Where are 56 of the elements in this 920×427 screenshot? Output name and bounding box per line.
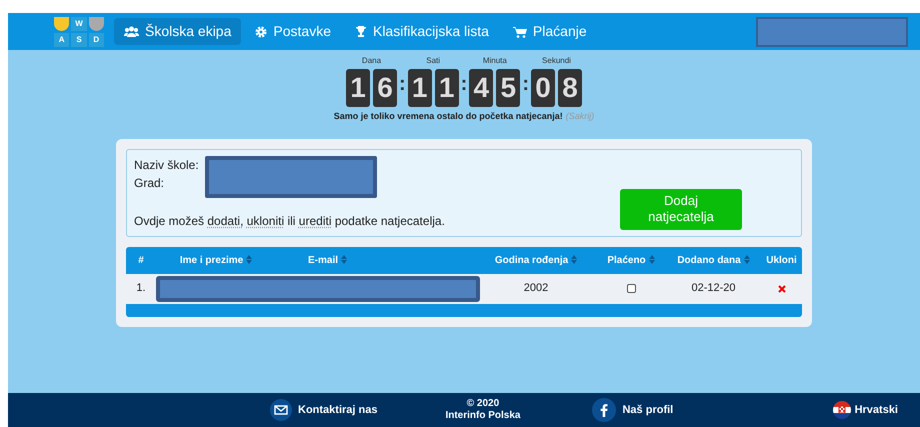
column-header[interactable]: E-mail [276, 252, 476, 268]
paid-checkbox[interactable] [626, 284, 636, 293]
flip-digit: 1 [346, 69, 370, 107]
table-cell-text: 2002 [522, 281, 550, 296]
flip-digit: 4 [469, 69, 494, 107]
column-header: # [137, 254, 145, 268]
croatian-flag-icon[interactable] [832, 401, 851, 419]
sort-icon[interactable] [571, 255, 578, 264]
column-header[interactable]: Dodano dana [666, 252, 761, 268]
column-header: Ukloni [765, 254, 798, 268]
profile-link[interactable]: Naš profil [622, 402, 674, 418]
unit-label: Sati [426, 55, 440, 67]
flip-digit: 6 [372, 69, 397, 107]
colon-separator: : [522, 72, 529, 97]
unit-label: Dana [362, 55, 382, 67]
flip-digit: 1 [434, 69, 459, 107]
nav-tab[interactable]: Klasifikacijska lista [344, 18, 499, 45]
flip-digit: 1 [408, 69, 432, 107]
field-label: Grad: [134, 174, 166, 192]
column-header[interactable]: Ime i prezime [156, 252, 276, 268]
sort-icon[interactable] [246, 255, 252, 264]
copyright-text: © 2020 [466, 398, 500, 410]
action-link[interactable]: urediti [298, 214, 332, 228]
column-header[interactable]: Godina rođenja [476, 252, 596, 268]
copyright-text: Interinfo Polska [445, 410, 520, 422]
cart-icon [512, 26, 527, 38]
flip-digit: 8 [558, 69, 582, 107]
info-text: Ovdje možeš dodati, ukloniti ili urediti podatke natjecatelja. [134, 212, 446, 230]
flip-digit: 0 [531, 69, 555, 107]
row-number: 1. [135, 281, 147, 296]
colon-separator: : [398, 72, 406, 97]
gear-icon [255, 26, 268, 38]
trophy-icon [354, 25, 367, 38]
flip-digit: 5 [496, 69, 520, 107]
colon-separator: : [460, 72, 468, 97]
add-competitor-button[interactable]: Dodaj natjecatelja [620, 188, 742, 230]
action-link[interactable]: ukloniti [246, 214, 284, 228]
unit-label: Sekundi [542, 55, 571, 67]
envelope-icon[interactable] [270, 399, 292, 421]
users-icon [124, 26, 139, 37]
action-link[interactable]: dodati, [207, 214, 244, 228]
unit-label: Minuta [482, 55, 507, 67]
facebook-icon[interactable] [592, 398, 616, 422]
language-link[interactable]: Hrvatski [854, 402, 898, 418]
column-header[interactable]: Plaćeno [596, 252, 666, 268]
nav-tab[interactable]: Plaćanje [502, 18, 597, 45]
sort-icon[interactable] [744, 255, 750, 264]
table-cell-text: 02-12-20 [690, 281, 737, 296]
contact-link[interactable]: Kontaktiraj nas [298, 402, 378, 418]
nav-tab[interactable]: Školska ekipa [114, 18, 242, 45]
countdown-message: Samo je toliko vremena ostalo do početka natjecanja! [334, 110, 563, 123]
remove-icon[interactable] [778, 284, 786, 292]
field-label: Naziv škole: [134, 156, 199, 174]
sort-icon[interactable] [341, 255, 348, 264]
nav-tab[interactable]: Postavke [245, 18, 341, 45]
sort-icon[interactable] [648, 255, 655, 264]
